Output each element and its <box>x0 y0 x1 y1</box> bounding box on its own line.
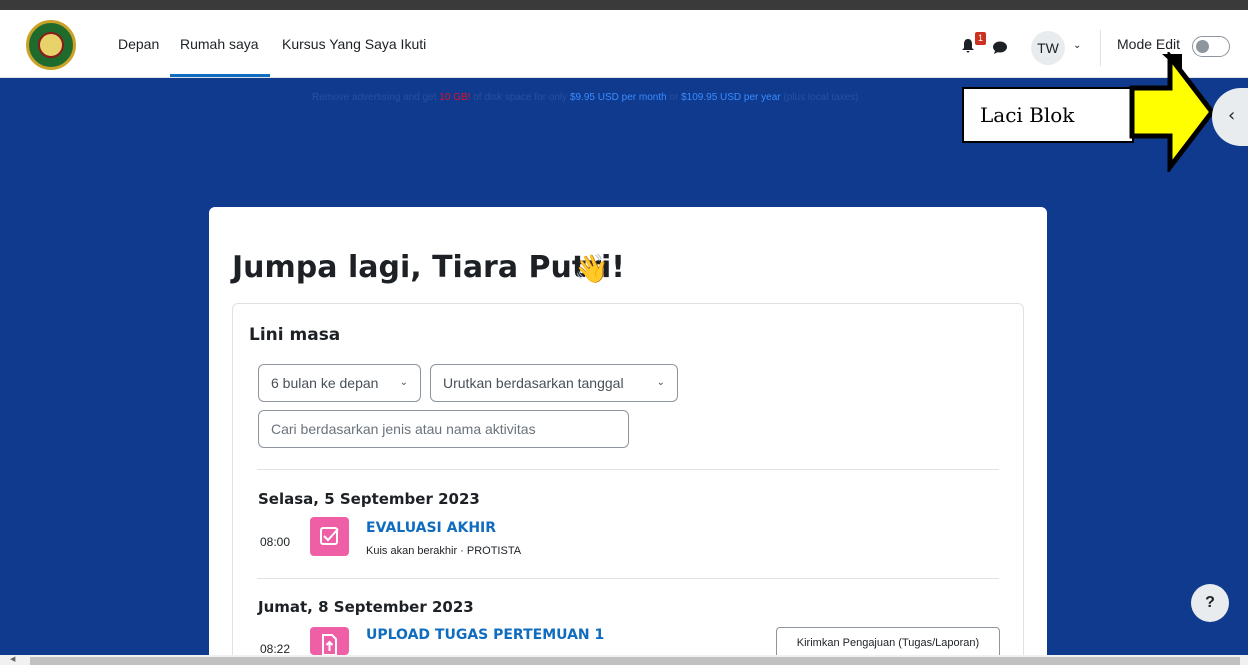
chevron-down-icon: ⌄ <box>399 377 408 388</box>
event-time: 08:22 <box>260 642 291 656</box>
annotation-label-box: Laci Blok <box>962 87 1134 143</box>
window-top-strip <box>0 0 1248 10</box>
logo-emblem <box>38 32 64 58</box>
timeline-date-heading: Jumat, 8 September 2023 <box>258 598 474 616</box>
quiz-icon <box>310 517 349 556</box>
chevron-down-icon[interactable]: ⌄ <box>1073 40 1081 51</box>
ad-text-2: of disk space for only <box>470 92 570 103</box>
nav-link-kursus[interactable]: Kursus Yang Saya Ikuti <box>282 36 426 52</box>
event-title-link[interactable]: EVALUASI AKHIR <box>366 520 496 536</box>
page-greeting: Jumpa lagi, Tiara Putri! <box>232 250 625 285</box>
chat-icon[interactable] <box>992 40 1008 59</box>
timeline-title: Lini masa <box>249 325 341 345</box>
bell-icon[interactable] <box>960 38 976 58</box>
event-subtitle: Kuis akan berakhir · PROTISTA <box>366 545 522 557</box>
top-navbar: Depan Rumah saya Kursus Yang Saya Ikuti … <box>0 10 1248 78</box>
date-range-select[interactable]: 6 bulan ke depan ⌄ <box>258 364 421 402</box>
divider <box>257 469 999 470</box>
event-title-link[interactable]: UPLOAD TUGAS PERTEMUAN 1 <box>366 627 604 643</box>
nav-link-rumah-saya[interactable]: Rumah saya <box>180 36 259 52</box>
ad-text-1: Remove advertising and get <box>312 92 440 103</box>
ad-banner: Remove advertising and get 10 GB! of dis… <box>312 92 858 103</box>
navbar-divider <box>1100 30 1101 66</box>
scrollbar-thumb[interactable] <box>30 657 1240 665</box>
ad-price-year-link[interactable]: $109.95 USD per year <box>681 92 781 103</box>
event-time: 08:00 <box>260 535 291 549</box>
sort-select[interactable]: Urutkan berdasarkan tanggal ⌄ <box>430 364 678 402</box>
site-logo[interactable] <box>26 20 76 70</box>
assignment-icon <box>310 627 349 656</box>
nav-link-depan[interactable]: Depan <box>118 36 159 52</box>
scroll-left-icon[interactable]: ◀ <box>10 655 15 663</box>
mode-edit-label: Mode Edit <box>1117 36 1181 52</box>
chevron-down-icon: ⌄ <box>656 377 665 388</box>
ad-text-4: (plus local taxes) <box>780 92 859 103</box>
block-drawer-toggle[interactable]: ‹ <box>1212 88 1248 146</box>
ad-text-3: or <box>666 92 682 103</box>
notification-badge: 1 <box>975 32 986 45</box>
active-tab-indicator <box>170 74 270 77</box>
date-range-value: 6 bulan ke depan <box>271 375 379 391</box>
user-avatar[interactable]: TW <box>1031 31 1065 65</box>
help-button[interactable]: ? <box>1191 584 1229 622</box>
chevron-left-icon: ‹ <box>1228 105 1236 126</box>
waving-hand-icon: 👋 <box>574 252 609 285</box>
timeline-date-heading: Selasa, 5 September 2023 <box>258 490 480 508</box>
ad-price-month-link[interactable]: $9.95 USD per month <box>570 92 667 103</box>
annotation-arrow-icon <box>1126 49 1216 176</box>
horizontal-scrollbar[interactable]: ◀ <box>0 655 1248 665</box>
divider <box>257 578 999 579</box>
activity-search-input[interactable]: Cari berdasarkan jenis atau nama aktivit… <box>258 410 629 448</box>
sort-value: Urutkan berdasarkan tanggal <box>443 375 624 391</box>
ad-highlight: 10 GB! <box>439 92 471 103</box>
